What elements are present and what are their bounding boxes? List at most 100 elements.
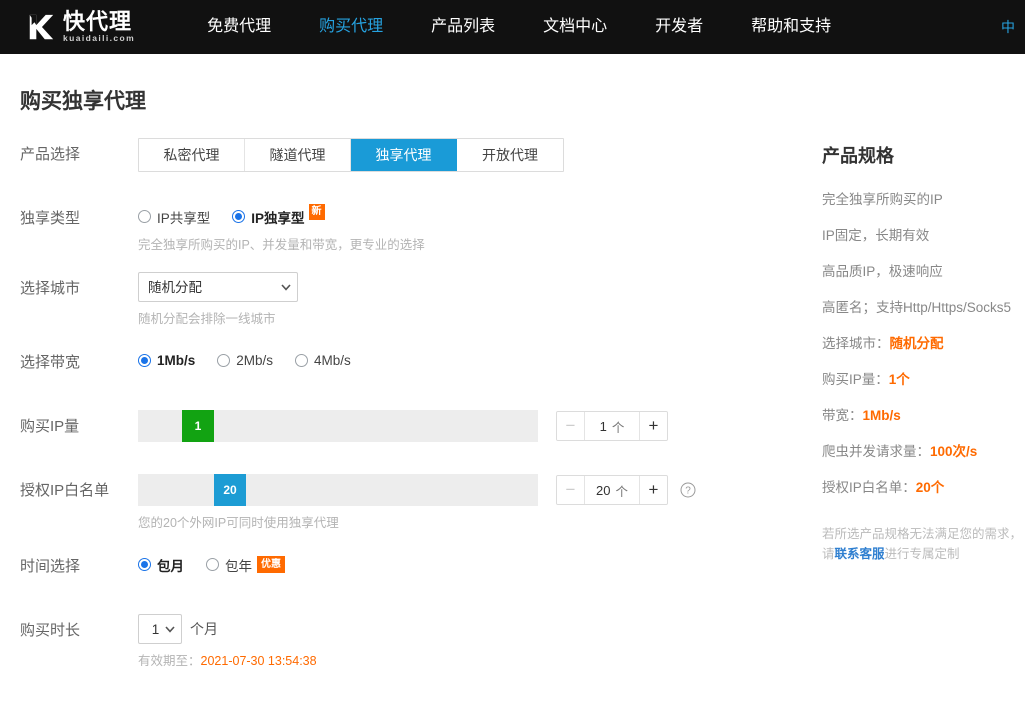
ip-whitelist-value-display[interactable]: 20 个	[585, 476, 639, 504]
spec-feature-1: 完全独享所购买的IP	[822, 192, 943, 207]
tab-open-proxy[interactable]: 开放代理	[457, 139, 563, 171]
hint-ip-whitelist: 您的20个外网IP可同时使用独享代理	[138, 516, 339, 530]
radio-dot-icon	[138, 558, 151, 571]
contact-support-link[interactable]: 联系客服	[835, 547, 885, 561]
site-header: 快代理 kuaidaili.com 免费代理 购买代理 产品列表 文档中心 开发…	[0, 0, 1025, 54]
label-ip-quantity: 购买IP量	[20, 418, 80, 435]
hint-duration-expiry: 有效期至：2021-07-30 13:54:38	[138, 652, 720, 670]
question-mark-icon[interactable]: ?	[680, 482, 696, 498]
ip-quantity-value: 1	[599, 418, 607, 434]
exclusive-type-radio-group: IP共享型 IP独享型 新	[138, 202, 720, 228]
spec-feature-3: 高品质IP，极速响应	[822, 264, 943, 279]
k-logo-icon	[26, 12, 56, 42]
form-row-ip-whitelist: 授权IP白名单 20 − 20 个 + ? 您的20个外网IP可同时使用独享代理	[20, 474, 720, 532]
city-select[interactable]: 随机分配	[138, 272, 298, 302]
tab-tunnel-proxy[interactable]: 隧道代理	[245, 139, 351, 171]
form-row-bandwidth: 选择带宽 1Mb/s 2Mb/s 4Mb/s	[20, 346, 720, 392]
radio-dot-icon	[206, 558, 219, 571]
radio-bandwidth-1mb[interactable]: 1Mb/s	[138, 353, 195, 368]
spec-row-bandwidth-value: 1Mb/s	[862, 408, 901, 423]
spec-note-prefix: 请	[822, 547, 835, 561]
ip-quantity-slider-handle[interactable]: 1	[182, 410, 214, 442]
spec-panel-note: 若所选产品规格无法满足您的需求， 请联系客服进行专属定制	[822, 524, 1025, 564]
label-city: 选择城市	[20, 280, 81, 297]
purchase-form: 产品选择 私密代理 隧道代理 独享代理 开放代理 独享类型 IP共享型 IP独享…	[20, 138, 720, 670]
duration-unit: 个月	[190, 621, 218, 637]
hint-city: 随机分配会排除一线城市	[138, 312, 276, 326]
spec-row-bandwidth: 带宽：1Mb/s	[822, 406, 1025, 426]
spec-row-concurrency: 爬虫并发请求量：100次/s	[822, 442, 1025, 462]
svg-text:?: ?	[685, 486, 691, 497]
expiry-value: 2021-07-30 13:54:38	[200, 654, 317, 668]
page-title: 购买独享代理	[20, 90, 146, 113]
ip-whitelist-decrease-button[interactable]: −	[557, 476, 585, 504]
radio-bandwidth-2mb[interactable]: 2Mb/s	[217, 353, 273, 368]
ip-quantity-slider[interactable]: 1	[138, 410, 538, 442]
spec-row-bandwidth-key: 带宽：	[822, 408, 863, 423]
spec-panel-title: 产品规格	[822, 146, 894, 166]
form-row-ip-quantity: 购买IP量 1 − 1 个 +	[20, 410, 720, 456]
form-row-city: 选择城市 随机分配 随机分配会排除一线城市	[20, 272, 720, 328]
duration-select-wrapper: 1	[138, 614, 182, 644]
spec-row-whitelist: 授权IP白名单：20个	[822, 478, 1025, 498]
spec-row-ip-quantity-key: 购买IP量：	[822, 372, 889, 387]
main-nav: 免费代理 购买代理 产品列表 文档中心 开发者 帮助和支持	[183, 0, 855, 54]
ip-whitelist-unit: 个	[615, 484, 628, 499]
new-badge: 新	[308, 203, 325, 220]
form-row-duration: 购买时长 1 个月 有效期至：2021-07-30 13:54:38	[20, 614, 720, 670]
label-ip-whitelist: 授权IP白名单	[20, 482, 110, 499]
ip-whitelist-stepper: − 20 个 +	[556, 475, 668, 505]
nav-item-developer[interactable]: 开发者	[631, 0, 727, 54]
radio-monthly[interactable]: 包月	[138, 555, 184, 575]
spec-row-whitelist-value: 20个	[915, 480, 945, 495]
header-right-area: 中	[991, 0, 1025, 54]
product-tab-group: 私密代理 隧道代理 独享代理 开放代理	[138, 138, 564, 172]
page-body: 购买独享代理 产品选择 私密代理 隧道代理 独享代理 开放代理 独享类型 IP共…	[0, 88, 1025, 670]
nav-item-doc-center[interactable]: 文档中心	[519, 0, 631, 54]
spec-row-ip-quantity: 购买IP量：1个	[822, 370, 1025, 390]
radio-ip-exclusive[interactable]: IP独享型 新	[232, 203, 325, 227]
label-bandwidth: 选择带宽	[20, 354, 81, 371]
spec-row-city-key: 选择城市：	[822, 336, 890, 351]
ip-whitelist-slider[interactable]: 20	[138, 474, 538, 506]
nav-item-buy-proxy[interactable]: 购买代理	[295, 0, 407, 54]
ip-quantity-stepper: − 1 个 +	[556, 411, 668, 441]
hint-exclusive-type: 完全独享所购买的IP、并发量和带宽，更专业的选择	[138, 238, 425, 252]
time-select-radio-group: 包月 包年 优惠	[138, 550, 720, 576]
tab-private-proxy[interactable]: 私密代理	[139, 139, 245, 171]
nav-item-product-list[interactable]: 产品列表	[407, 0, 519, 54]
spec-feature-2: IP固定，长期有效	[822, 228, 930, 243]
radio-bandwidth-2mb-label: 2Mb/s	[236, 353, 274, 368]
radio-ip-shared-label: IP共享型	[157, 210, 211, 226]
brand-name: 快代理	[63, 8, 133, 34]
bandwidth-radio-group: 1Mb/s 2Mb/s 4Mb/s	[138, 346, 720, 372]
radio-ip-shared[interactable]: IP共享型	[138, 207, 210, 227]
radio-dot-icon	[138, 210, 151, 223]
spec-row-whitelist-key: 授权IP白名单：	[822, 480, 916, 495]
radio-bandwidth-4mb-label: 4Mb/s	[314, 353, 351, 368]
nav-item-free-proxy[interactable]: 免费代理	[183, 0, 295, 54]
spec-note-line1: 若所选产品规格无法满足您的需求，	[822, 527, 1023, 541]
ip-quantity-value-display[interactable]: 1 个	[585, 412, 639, 440]
duration-select[interactable]: 1	[138, 614, 182, 644]
ip-whitelist-slider-handle[interactable]: 20	[214, 474, 246, 506]
label-time-select: 时间选择	[20, 558, 81, 575]
site-logo[interactable]: 快代理 kuaidaili.com	[0, 8, 145, 44]
ip-whitelist-increase-button[interactable]: +	[639, 476, 667, 504]
tab-exclusive-proxy[interactable]: 独享代理	[351, 139, 457, 171]
radio-bandwidth-4mb[interactable]: 4Mb/s	[295, 353, 351, 368]
radio-yearly[interactable]: 包年 优惠	[206, 555, 285, 575]
label-exclusive-type: 独享类型	[20, 210, 81, 227]
spec-row-concurrency-key: 爬虫并发请求量：	[822, 444, 930, 459]
ip-quantity-increase-button[interactable]: +	[639, 412, 667, 440]
brand-domain: kuaidaili.com	[63, 32, 136, 43]
nav-item-clipped[interactable]: 中	[991, 0, 1025, 54]
ip-quantity-unit: 个	[611, 420, 625, 435]
label-product-select: 产品选择	[20, 146, 81, 163]
radio-ip-exclusive-label: IP独享型	[251, 210, 305, 226]
ip-quantity-decrease-button[interactable]: −	[557, 412, 585, 440]
radio-dot-icon	[295, 354, 309, 367]
radio-bandwidth-1mb-label: 1Mb/s	[157, 353, 196, 368]
spec-feature-4: 高匿名；支持Http/Https/Socks5	[822, 300, 1012, 315]
nav-item-help-support[interactable]: 帮助和支持	[727, 0, 855, 54]
